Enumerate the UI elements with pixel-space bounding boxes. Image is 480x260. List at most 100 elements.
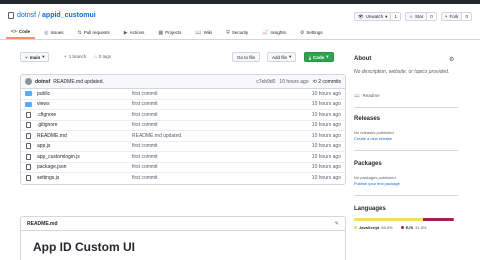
repo-name-link[interactable]: appid_customui [42, 12, 96, 19]
repo-header: dotnsf / appid_customui 👁 Unwatch ▾ 1 ☆ St… [0, 4, 480, 26]
file-name-link[interactable]: package.json [37, 164, 132, 170]
tab-code[interactable]: <> Code [6, 26, 36, 39]
tab-pull-requests[interactable]: ⇅ Pull requests [72, 26, 114, 39]
file-commit-message-link[interactable]: first commit [132, 112, 301, 118]
unwatch-button[interactable]: 👁 Unwatch ▾ 1 [353, 12, 401, 21]
commit-author-link[interactable]: dotnsf [35, 79, 50, 85]
tab-insights-label: Insights [270, 30, 286, 35]
file-name-link[interactable]: .gitignore [37, 122, 132, 128]
branch-select-button[interactable]: ⑂ main ▾ [20, 52, 50, 62]
file-commit-message-link[interactable]: first commit [132, 154, 301, 160]
publish-package-link[interactable]: Publish your first package [354, 181, 400, 186]
file-name-link[interactable]: README.md [37, 133, 132, 139]
file-row: .cfignore first commit 10 hours ago [21, 110, 345, 121]
branch-select-label: main [29, 54, 41, 60]
file-commit-age: 10 hours ago [311, 164, 341, 171]
commits-link[interactable]: ⟲ 2 commits [313, 79, 341, 85]
graph-icon: 📈 [262, 29, 269, 36]
go-to-file-label: Go to file [237, 54, 256, 60]
repo-action-buttons: 👁 Unwatch ▾ 1 ☆ Star 0 ⑂ Fork 0 [353, 12, 472, 21]
file-commit-age: 10 hours ago [311, 143, 341, 150]
branch-icon: ⑂ [25, 54, 28, 60]
file-row: app_customlogin.js first commit 10 hours a… [21, 152, 345, 163]
star-count[interactable]: 0 [426, 13, 436, 20]
file-row: README.md README.md updated. 10 hours ago [21, 131, 345, 142]
languages-bar [354, 218, 454, 221]
divider [354, 150, 458, 151]
tab-security[interactable]: ⛨ Security [221, 26, 253, 39]
tag-icon: ⌂ [94, 54, 97, 59]
tags-link[interactable]: ⌂ 0 tags [94, 54, 111, 59]
language-item-ejs[interactable]: EJS 31.5% [400, 225, 427, 230]
shield-icon: ⛨ [226, 29, 230, 36]
pencil-icon[interactable]: ✎ [335, 221, 339, 227]
eye-icon: 👁 [357, 13, 364, 19]
file-commit-message-link[interactable]: first commit [132, 164, 301, 170]
commit-message-link[interactable]: README.md updated. [53, 79, 104, 85]
avatar[interactable] [25, 78, 32, 85]
file-row: app.js first commit 10 hours ago [21, 142, 345, 152]
tab-insights[interactable]: 📈 Insights [257, 26, 291, 39]
book-icon: 📖 [195, 29, 202, 36]
code-button[interactable]: ⤓ Code ▾ [304, 52, 334, 62]
readme-heading: App ID Custom UI [33, 240, 135, 254]
about-title: About [354, 56, 372, 62]
tab-settings[interactable]: ⚙ Settings [295, 26, 328, 39]
readme-link[interactable]: 📖 Readme [354, 93, 380, 99]
file-name-link[interactable]: app_customlogin.js [37, 154, 132, 160]
file-commit-age: 10 hours ago [311, 175, 341, 182]
latest-commit-row: dotnsf README.md updated. c7eb9d0 10 hou… [21, 75, 345, 89]
branches-link[interactable]: ⑂ 1 branch [64, 54, 86, 59]
go-to-file-button[interactable]: Go to file [232, 52, 261, 62]
file-name-link[interactable]: views [37, 101, 132, 107]
tab-issues[interactable]: ◎ Issues [39, 26, 68, 39]
file-name-link[interactable]: public [37, 91, 132, 97]
tab-actions[interactable]: ▶ Actions [119, 26, 150, 39]
file-commit-message-link[interactable]: first commit [132, 101, 301, 107]
create-release-link[interactable]: Create a new release [354, 136, 392, 141]
repo-owner-link[interactable]: dotnsf [17, 12, 36, 19]
branches-label: 1 branch [68, 54, 87, 59]
file-name-link[interactable]: app.js [37, 143, 132, 149]
book-icon: 📖 [354, 93, 360, 98]
file-commit-age: 10 hours ago [311, 153, 341, 160]
commit-hash-link[interactable]: c7eb9d0 [256, 79, 275, 85]
commit-time: 10 hours ago [279, 78, 309, 85]
file-name-link[interactable]: settings.js [37, 175, 132, 181]
star-button[interactable]: ☆ Star 0 [404, 12, 437, 21]
file-row: views first commit 10 hours ago [21, 100, 345, 110]
add-file-button[interactable]: Add file ▾ [267, 52, 297, 62]
file-commit-message-link[interactable]: README.md updated. [132, 133, 301, 139]
language-bar-ejs [422, 218, 454, 221]
language-name: EJS [405, 225, 414, 230]
play-icon: ▶ [123, 29, 128, 36]
tab-wiki[interactable]: 📖 Wiki [190, 26, 217, 39]
folder-icon [25, 101, 32, 107]
fork-count[interactable]: 0 [461, 13, 471, 20]
file-commit-message-link[interactable]: first commit [132, 91, 301, 97]
file-icon [26, 164, 31, 171]
project-icon: ▦ [158, 29, 164, 36]
commits-count: 2 commits [318, 78, 341, 85]
star-label: Star [415, 14, 424, 19]
file-commit-message-link[interactable]: first commit [132, 122, 301, 128]
language-item-javascript[interactable]: JavaScript 68.5% [354, 225, 393, 230]
star-icon: ☆ [408, 13, 413, 19]
fork-button[interactable]: ⑂ Fork 0 [440, 12, 472, 21]
file-commit-message-link[interactable]: first commit [132, 175, 301, 181]
folder-icon [25, 91, 32, 97]
readme-panel: README.md ✎ App ID Custom UI [20, 216, 346, 260]
tab-code-label: Code [18, 29, 31, 34]
watch-count[interactable]: 1 [390, 13, 400, 20]
file-row: .gitignore first commit 10 hours ago [21, 121, 345, 131]
tab-projects-label: Projects [165, 30, 182, 35]
gear-icon[interactable]: ⚙ [449, 56, 454, 63]
divider [354, 195, 458, 196]
file-commit-message-link[interactable]: first commit [132, 143, 301, 149]
language-name: JavaScript [359, 225, 380, 230]
tab-projects[interactable]: ▦ Projects [153, 26, 186, 39]
file-name-link[interactable]: .cfignore [37, 112, 132, 118]
pull-request-icon: ⇅ [77, 29, 82, 36]
divider [354, 107, 458, 108]
language-percent: 31.5% [415, 225, 427, 230]
